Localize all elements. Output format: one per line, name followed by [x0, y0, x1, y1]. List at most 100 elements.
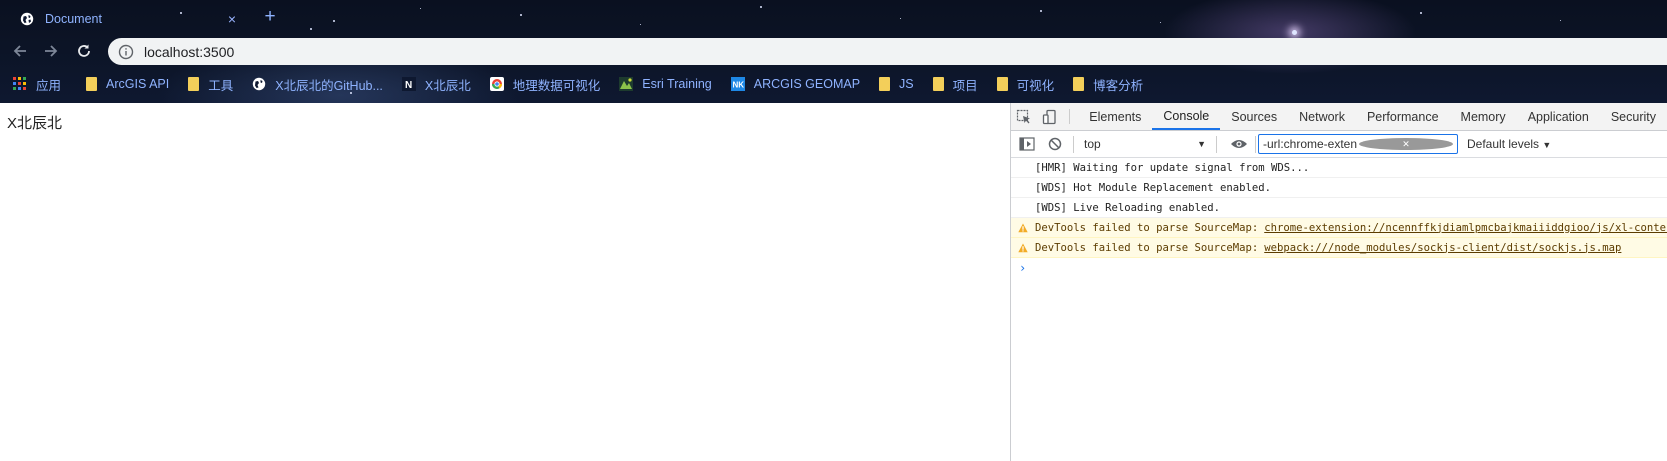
inspect-element-button[interactable] [1011, 103, 1037, 130]
tab-close-button[interactable]: × [224, 11, 240, 27]
info-icon[interactable] [118, 44, 134, 60]
bookmark-label: ArcGIS API [106, 77, 170, 91]
log-levels-dropdown[interactable]: Default levels ▼ [1467, 137, 1551, 151]
console-warning[interactable]: DevTools failed to parse SourceMap: webp… [1011, 238, 1667, 258]
bookmarks-bar: 应用 ArcGIS API 工具 X北辰北的GitHub... N X北辰北 地… [0, 70, 1667, 98]
bookmark-folder-arcgis-api[interactable]: ArcGIS API [86, 77, 169, 91]
devtools-tab-memory[interactable]: Memory [1450, 103, 1517, 130]
folder-icon [1073, 77, 1085, 91]
address-toolbar: localhost:3500 [0, 36, 1667, 66]
prompt-chevron-icon: › [1019, 261, 1027, 275]
console-warning[interactable]: DevTools failed to parse SourceMap: chro… [1011, 218, 1667, 238]
devtools-panel: Elements Console Sources Network Perform… [1010, 103, 1667, 461]
folder-icon [879, 77, 891, 91]
context-value: top [1084, 137, 1101, 151]
bookmark-label: 项目 [952, 78, 978, 93]
devtools-tab-sources[interactable]: Sources [1220, 103, 1288, 130]
page-viewport: X北辰北 [0, 103, 1010, 461]
context-select[interactable]: top ▼ [1080, 137, 1210, 151]
sidebar-toggle-icon [1019, 137, 1035, 151]
devtools-tab-console[interactable]: Console [1152, 103, 1221, 130]
notion-icon: N [401, 77, 416, 91]
bookmark-folder-tools[interactable]: 工具 [188, 75, 233, 94]
console-messages: [HMR] Waiting for update signal from WDS… [1011, 158, 1667, 278]
devtools-tab-bar: Elements Console Sources Network Perform… [1011, 103, 1667, 131]
bookmark-github[interactable]: X北辰北的GitHub... [252, 75, 383, 94]
bookmark-label: JS [899, 77, 914, 91]
dropdown-arrow-icon: ▼ [1197, 139, 1206, 149]
bookmark-folder-js[interactable]: JS [879, 77, 914, 91]
clear-filter-icon[interactable]: ✕ [1359, 138, 1453, 150]
warning-icon [1018, 243, 1028, 253]
filter-text: -url:chrome-extension://ncennffkj [1263, 137, 1357, 151]
clear-console-button[interactable] [1043, 133, 1067, 155]
log-levels-label: Default levels [1467, 137, 1540, 151]
message-text: DevTools failed to parse SourceMap: [1035, 241, 1259, 254]
svg-text:N: N [405, 80, 412, 91]
arrow-right-icon [45, 45, 58, 57]
devtools-tab-elements[interactable]: Elements [1078, 103, 1152, 130]
device-toolbar-button[interactable] [1037, 103, 1063, 130]
bookmark-label: X北辰北 [424, 78, 471, 93]
folder-icon [86, 77, 98, 91]
bookmark-apps[interactable]: 应用 [13, 75, 61, 94]
reload-icon [78, 44, 90, 57]
bookmark-label: 博客分析 [1093, 78, 1144, 93]
message-text: [HMR] Waiting for update signal from WDS… [1035, 161, 1310, 174]
devtools-tab-security[interactable]: Security [1600, 103, 1667, 130]
reload-button[interactable] [73, 40, 95, 62]
browser-chrome: Document × + localhost:3500 应用 ArcGIS AP… [0, 0, 1667, 103]
bookmark-arcgis-geomap[interactable]: NK ARCGIS GEOMAP [730, 77, 861, 91]
bookmark-folder-blog-analysis[interactable]: 博客分析 [1073, 75, 1143, 94]
devtools-tab-performance[interactable]: Performance [1356, 103, 1450, 130]
folder-icon [932, 77, 944, 91]
tab-title: Document [45, 12, 102, 26]
message-text: DevTools failed to parse SourceMap: [1035, 221, 1259, 234]
globe-icon [253, 77, 266, 91]
tab-strip: Document × + [0, 0, 1667, 34]
message-text: [WDS] Hot Module Replacement enabled. [1035, 181, 1271, 194]
arrow-left-icon [13, 45, 26, 57]
toolbar-divider [1073, 135, 1074, 153]
bookmark-esri-training[interactable]: Esri Training [619, 77, 712, 91]
console-message[interactable]: [HMR] Waiting for update signal from WDS… [1011, 158, 1667, 178]
devtools-tab-application[interactable]: Application [1517, 103, 1600, 130]
console-message[interactable]: [WDS] Hot Module Replacement enabled. [1011, 178, 1667, 198]
warning-icon [1018, 223, 1028, 233]
sourcemap-link[interactable]: chrome-extension://ncennffkjdiamlpmcbajk… [1264, 222, 1667, 234]
bookmark-notion[interactable]: N X北辰北 [401, 75, 471, 94]
console-prompt[interactable]: › [1011, 258, 1667, 278]
message-text: [WDS] Live Reloading enabled. [1035, 201, 1220, 214]
apps-grid-icon [13, 77, 26, 90]
bookmark-label: Esri Training [642, 77, 712, 91]
back-button[interactable] [9, 40, 31, 62]
bookmark-label: 应用 [36, 78, 62, 93]
toolbar-divider [1255, 135, 1256, 153]
live-expression-button[interactable] [1227, 133, 1251, 155]
new-tab-button[interactable]: + [259, 6, 281, 28]
forward-button[interactable] [40, 40, 62, 62]
block-icon [1048, 137, 1062, 151]
bookmark-label: ARCGIS GEOMAP [753, 77, 861, 91]
tab-document[interactable]: Document × [12, 4, 244, 34]
bookmark-label: 工具 [208, 78, 234, 93]
sourcemap-link[interactable]: webpack:///node_modules/sockjs-client/di… [1264, 242, 1621, 254]
toolbar-divider [1216, 135, 1217, 153]
bookmark-geo-vis[interactable]: 地理数据可视化 [489, 75, 601, 94]
console-filter-input[interactable]: -url:chrome-extension://ncennffkj ✕ [1258, 134, 1458, 154]
cursor-select-icon [1016, 109, 1031, 123]
devtools-tab-network[interactable]: Network [1288, 103, 1356, 130]
console-message[interactable]: [WDS] Live Reloading enabled. [1011, 198, 1667, 218]
url-text: localhost:3500 [144, 43, 235, 60]
toolbar-divider [1069, 109, 1071, 124]
bookmark-folder-visualization[interactable]: 可视化 [996, 75, 1054, 94]
device-icon [1043, 109, 1056, 124]
chrome-icon [489, 77, 504, 91]
bookmark-label: 地理数据可视化 [512, 78, 601, 93]
page-text: X北辰北 [7, 115, 63, 132]
folder-icon [188, 77, 200, 91]
address-bar[interactable]: localhost:3500 [108, 38, 1667, 65]
bookmark-folder-projects[interactable]: 项目 [932, 75, 978, 94]
globe-icon [20, 12, 34, 26]
show-sidebar-button[interactable] [1015, 133, 1039, 155]
